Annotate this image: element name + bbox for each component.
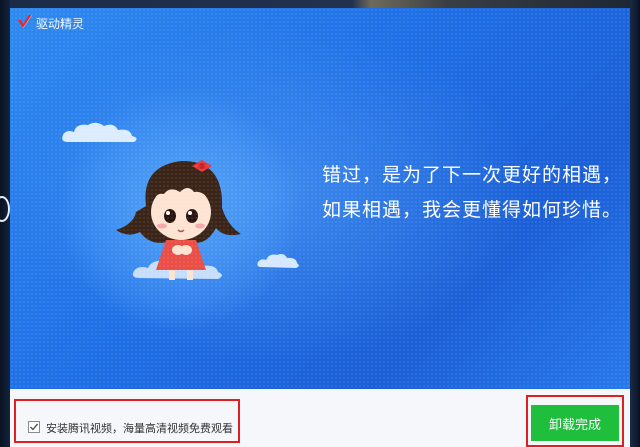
- install-tencent-video-label[interactable]: 安装腾讯视频，海量高清视频免费观看: [46, 420, 233, 436]
- cloud-icon: [62, 122, 137, 142]
- monitor-bezel-left: [0, 0, 10, 447]
- footer-bar: 安装腾讯视频，海量高清视频免费观看 卸载完成: [10, 389, 630, 447]
- message-line-1: 错过，是为了下一次更好的相遇，: [322, 164, 623, 186]
- cloud-icon: [257, 254, 299, 268]
- checkmark-icon: [30, 423, 39, 431]
- app-title: 驱动精灵: [36, 17, 85, 31]
- uninstall-complete-button[interactable]: 卸载完成: [531, 405, 619, 441]
- mascot-girl-illustration: [116, 160, 241, 280]
- app-logo-icon: [18, 14, 33, 29]
- uninstaller-window: 驱动精灵 错过，是为了下一次更好的相遇， 如果相遇，我会更懂得如何珍惜。 安装腾…: [10, 8, 630, 447]
- title-bar: 驱动精灵: [10, 8, 630, 36]
- install-tencent-video-checkbox[interactable]: [28, 421, 40, 433]
- install-tencent-video-option[interactable]: 安装腾讯视频，海量高清视频免费观看: [14, 399, 240, 443]
- message-line-2: 如果相遇，我会更懂得如何珍惜。: [322, 199, 623, 221]
- farewell-message: 错过，是为了下一次更好的相遇， 如果相遇，我会更懂得如何珍惜。: [322, 158, 622, 228]
- monitor-bezel-right: [630, 0, 640, 447]
